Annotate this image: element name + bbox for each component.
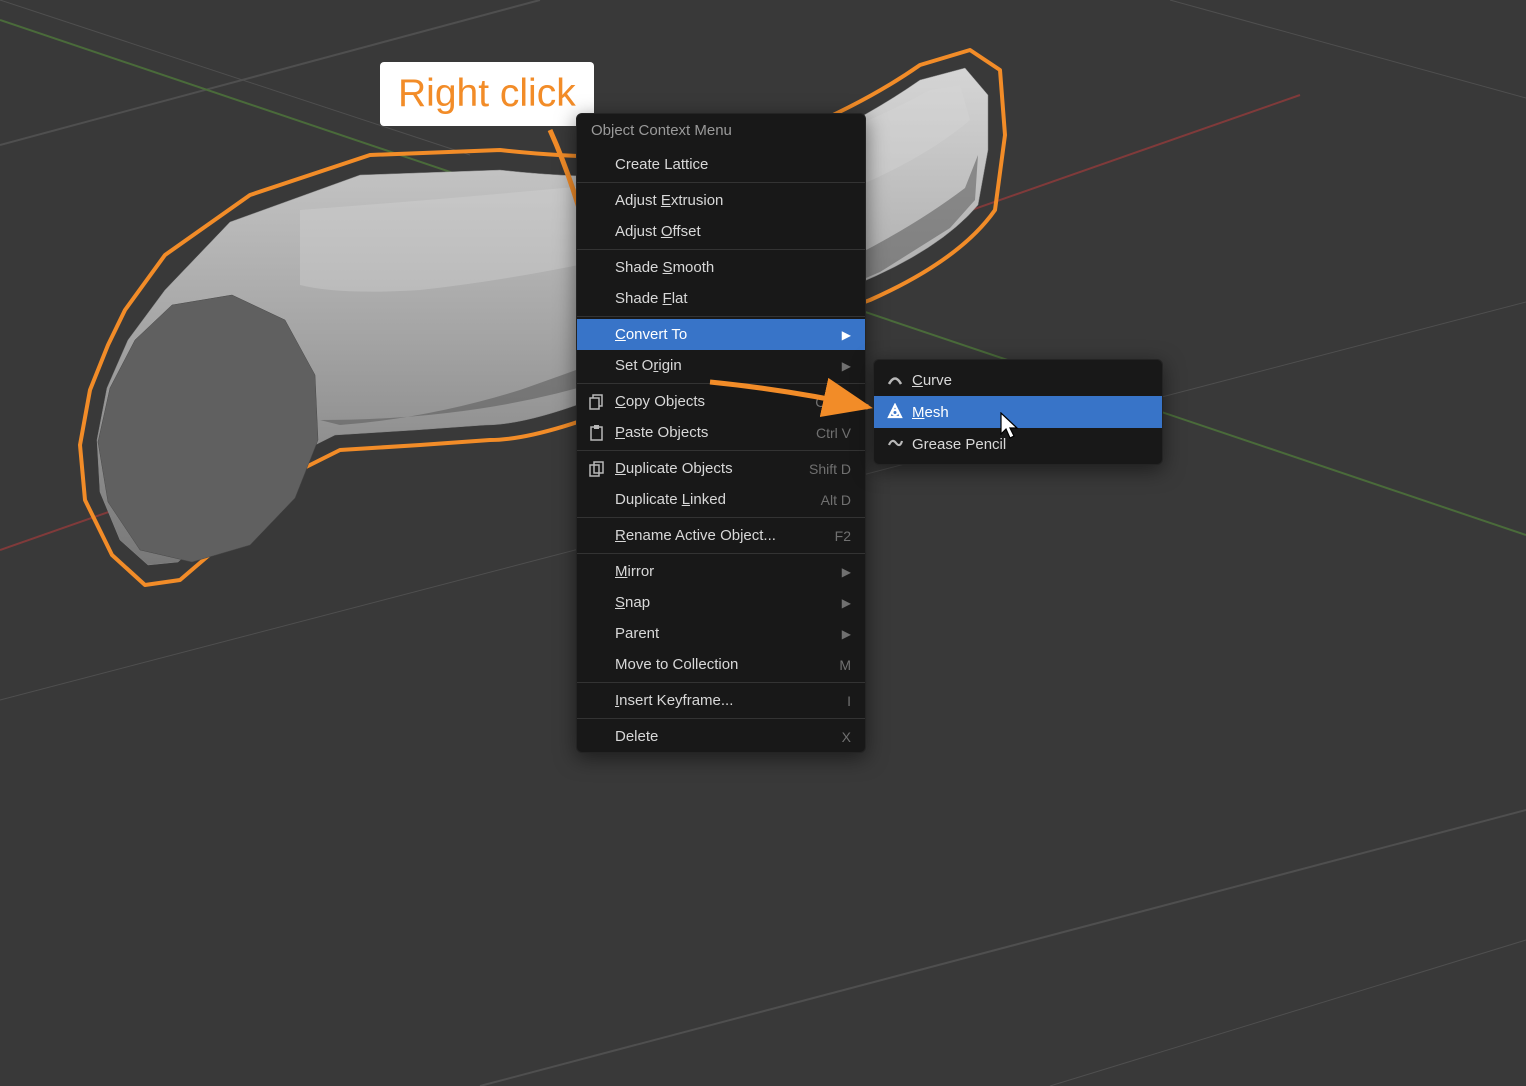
menu-item-label: Adjust Offset (615, 223, 851, 240)
menu-item-shade-flat[interactable]: Shade Flat (577, 283, 865, 314)
submenu-item-curve[interactable]: Curve (874, 364, 1162, 396)
menu-item-rename-active-object[interactable]: Rename Active Object... F2 (577, 520, 865, 551)
menu-item-create-lattice[interactable]: Create Lattice (577, 149, 865, 180)
menu-item-duplicate-linked[interactable]: Duplicate Linked Alt D (577, 484, 865, 515)
menu-shortcut: Ctrl V (816, 425, 851, 441)
submenu-item-label: Mesh (912, 404, 1148, 421)
menu-item-label: Shade Flat (615, 290, 851, 307)
menu-shortcut: Shift D (809, 461, 851, 477)
menu-item-label: Parent (615, 625, 830, 642)
curve-icon (886, 371, 912, 389)
menu-divider (577, 383, 865, 384)
submenu-item-label: Curve (912, 372, 1148, 389)
menu-item-label: Shade Smooth (615, 259, 851, 276)
menu-item-paste-objects[interactable]: Paste Objects Ctrl V (577, 417, 865, 448)
menu-item-label: Move to Collection (615, 656, 827, 673)
menu-item-label: Rename Active Object... (615, 527, 823, 544)
object-context-menu[interactable]: Object Context Menu Create Lattice Adjust… (576, 113, 866, 753)
menu-divider (577, 182, 865, 183)
menu-item-label: Paste Objects (615, 424, 804, 441)
submenu-arrow-icon: ▶ (842, 565, 851, 579)
menu-divider (577, 682, 865, 683)
menu-item-move-to-collection[interactable]: Move to Collection M (577, 649, 865, 680)
submenu-arrow-icon: ▶ (842, 328, 851, 342)
menu-shortcut: I (847, 693, 851, 709)
menu-divider (577, 450, 865, 451)
menu-item-mirror[interactable]: Mirror ▶ (577, 556, 865, 587)
menu-item-parent[interactable]: Parent ▶ (577, 618, 865, 649)
menu-divider (577, 517, 865, 518)
menu-item-label: Delete (615, 728, 830, 745)
menu-shortcut: Alt D (821, 492, 851, 508)
menu-shortcut: M (839, 657, 851, 673)
menu-item-duplicate-objects[interactable]: Duplicate Objects Shift D (577, 453, 865, 484)
submenu-arrow-icon: ▶ (842, 627, 851, 641)
menu-item-label: Adjust Extrusion (615, 192, 851, 209)
annotation-label: Right click (380, 62, 594, 126)
menu-item-shade-smooth[interactable]: Shade Smooth (577, 252, 865, 283)
copy-icon (589, 394, 615, 410)
menu-item-insert-keyframe[interactable]: Insert Keyframe... I (577, 685, 865, 716)
duplicate-icon (589, 461, 615, 477)
menu-item-label: Duplicate Objects (615, 460, 797, 477)
menu-divider (577, 718, 865, 719)
mouse-cursor (1000, 412, 1022, 440)
submenu-arrow-icon: ▶ (842, 359, 851, 373)
menu-shortcut: X (842, 729, 851, 745)
submenu-arrow-icon: ▶ (842, 596, 851, 610)
menu-item-label: Convert To (615, 326, 830, 343)
menu-item-set-origin[interactable]: Set Origin ▶ (577, 350, 865, 381)
menu-item-copy-objects[interactable]: Copy Objects Ctrl C (577, 386, 865, 417)
menu-item-label: Set Origin (615, 357, 830, 374)
grease-icon (886, 435, 912, 453)
menu-item-label: Duplicate Linked (615, 491, 809, 508)
submenu-item-label: Grease Pencil (912, 436, 1148, 453)
menu-item-snap[interactable]: Snap ▶ (577, 587, 865, 618)
menu-divider (577, 553, 865, 554)
menu-shortcut: Ctrl C (815, 394, 851, 410)
context-menu-title: Object Context Menu (577, 114, 865, 149)
menu-item-label: Snap (615, 594, 830, 611)
menu-shortcut: F2 (835, 528, 851, 544)
menu-item-delete[interactable]: Delete X (577, 721, 865, 752)
menu-item-convert-to[interactable]: Convert To ▶ (577, 319, 865, 350)
mesh-icon (886, 403, 912, 421)
menu-item-label: Insert Keyframe... (615, 692, 835, 709)
menu-item-adjust-extrusion[interactable]: Adjust Extrusion (577, 185, 865, 216)
menu-item-label: Create Lattice (615, 156, 851, 173)
menu-item-label: Copy Objects (615, 393, 803, 410)
menu-divider (577, 316, 865, 317)
paste-icon (589, 425, 615, 441)
menu-item-adjust-offset[interactable]: Adjust Offset (577, 216, 865, 247)
menu-item-label: Mirror (615, 563, 830, 580)
menu-divider (577, 249, 865, 250)
